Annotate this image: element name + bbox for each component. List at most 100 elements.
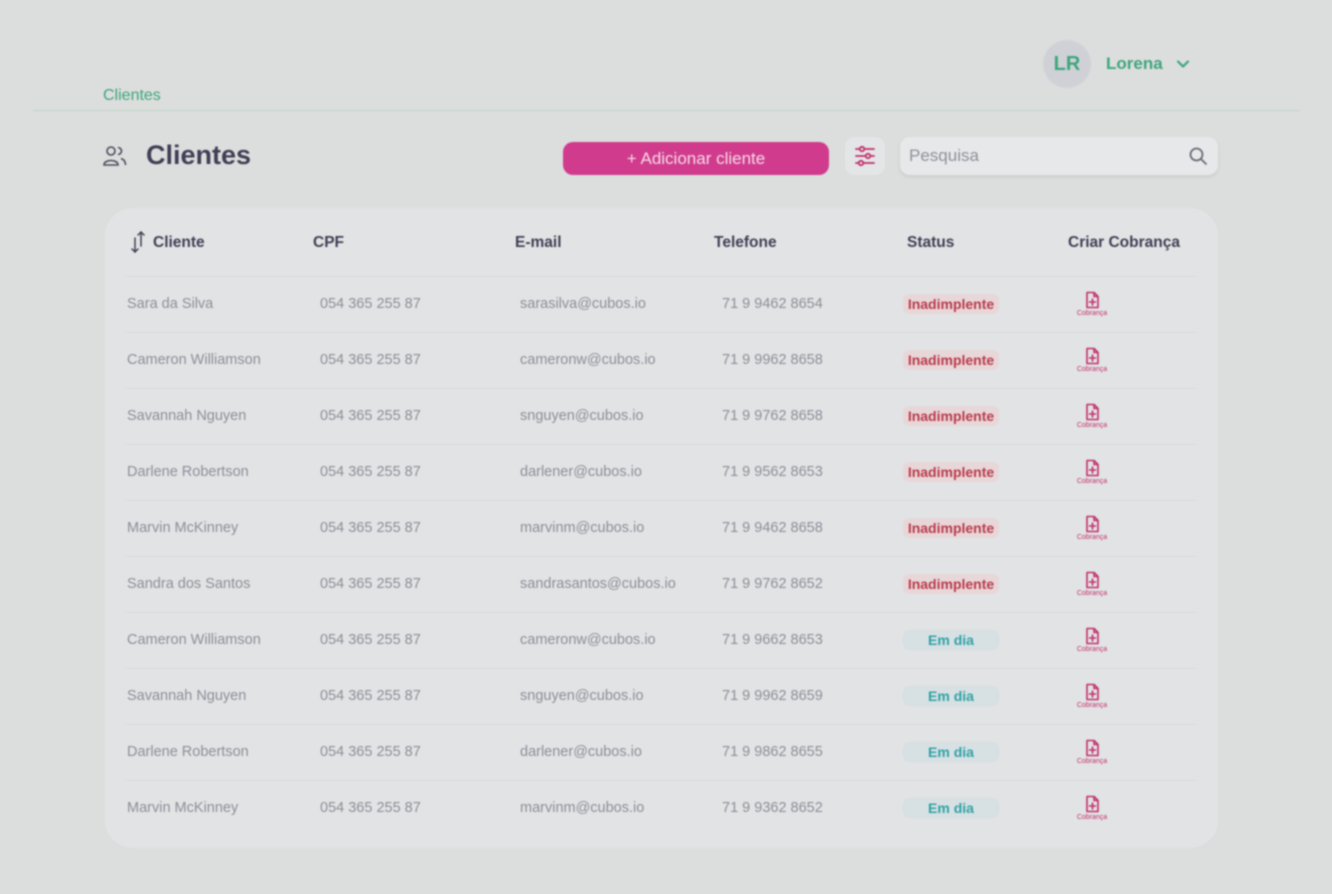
search-icon[interactable] [1188, 146, 1208, 166]
client-name[interactable]: Savannah Nguyen [127, 388, 246, 444]
create-charge-button[interactable]: Cobrança [1072, 795, 1112, 821]
client-cpf: 054 365 255 87 [320, 632, 421, 648]
create-charge-button[interactable]: Cobrança [1072, 403, 1112, 429]
create-charge-label: Cobrança [1076, 702, 1108, 709]
table-row[interactable]: Savannah Nguyen 054 365 255 87 snguyen@cub… [105, 668, 1218, 724]
table-row[interactable]: Marvin McKinney 054 365 255 87 marvinm@cub… [105, 780, 1218, 836]
sliders-icon [855, 145, 875, 167]
create-charge-label: Cobrança [1076, 646, 1108, 653]
column-client[interactable]: Cliente [129, 228, 205, 258]
status-cell: Em dia [903, 612, 999, 668]
document-icon [1086, 795, 1099, 813]
client-name[interactable]: Darlene Robertson [127, 724, 249, 780]
client-phone: 71 9 9762 8652 [722, 576, 823, 592]
table-row[interactable]: Marvin McKinney 054 365 255 87 marvinm@cub… [105, 500, 1218, 556]
document-icon [1086, 347, 1099, 365]
create-charge-button[interactable]: Cobrança [1072, 571, 1112, 597]
status-badge: Inadimplente [903, 462, 999, 482]
client-phone: 71 9 9962 8658 [722, 352, 823, 368]
create-charge-button[interactable]: Cobrança [1072, 683, 1112, 709]
client-name[interactable]: Cameron Williamson [127, 612, 261, 668]
client-name[interactable]: Marvin McKinney [127, 500, 238, 556]
document-icon [1086, 291, 1099, 309]
document-icon [1086, 459, 1099, 477]
client-email: cameronw@cubos.io [520, 632, 656, 648]
table-row[interactable]: Sara da Silva 054 365 255 87 sarasilva@cub… [105, 276, 1218, 332]
document-icon [1086, 515, 1099, 533]
document-icon [1086, 571, 1099, 589]
client-name[interactable]: Savannah Nguyen [127, 668, 246, 724]
table-row[interactable]: Darlene Robertson 054 365 255 87 darlener@… [105, 444, 1218, 500]
table-row[interactable]: Cameron Williamson 054 365 255 87 cameronw… [105, 612, 1218, 668]
status-badge: Em dia [903, 742, 999, 762]
client-cpf: 054 365 255 87 [320, 688, 421, 704]
charge-cell: Cobrança [1072, 668, 1112, 724]
charge-cell: Cobrança [1072, 332, 1112, 388]
charge-cell: Cobrança [1072, 612, 1112, 668]
client-cpf: 054 365 255 87 [320, 352, 421, 368]
status-badge: Inadimplente [903, 350, 999, 370]
charge-cell: Cobrança [1072, 556, 1112, 612]
table-row[interactable]: Cameron Williamson 054 365 255 87 cameronw… [105, 332, 1218, 388]
charge-cell: Cobrança [1072, 780, 1112, 836]
add-client-button[interactable]: + Adicionar cliente [563, 142, 829, 175]
create-charge-button[interactable]: Cobrança [1072, 291, 1112, 317]
header-divider [33, 110, 1300, 111]
status-badge: Em dia [903, 630, 999, 650]
create-charge-button[interactable]: Cobrança [1072, 627, 1112, 653]
client-name[interactable]: Sara da Silva [127, 276, 213, 332]
client-name[interactable]: Marvin McKinney [127, 780, 238, 836]
table-row[interactable]: Sandra dos Santos 054 365 255 87 sandrasan… [105, 556, 1218, 612]
chevron-down-icon[interactable] [1175, 56, 1191, 72]
client-email: marvinm@cubos.io [520, 520, 645, 536]
column-email: E-mail [515, 234, 562, 251]
table-row[interactable]: Darlene Robertson 054 365 255 87 darlener@… [105, 724, 1218, 780]
user-menu[interactable]: LR Lorena [1043, 40, 1191, 88]
avatar[interactable]: LR [1043, 40, 1091, 88]
client-phone: 71 9 9362 8652 [722, 800, 823, 816]
search-box [900, 137, 1218, 175]
create-charge-label: Cobrança [1076, 366, 1108, 373]
sort-icon[interactable] [129, 230, 147, 256]
client-phone: 71 9 9762 8658 [722, 408, 823, 424]
create-charge-label: Cobrança [1076, 814, 1108, 821]
users-icon [102, 143, 128, 169]
client-cpf: 054 365 255 87 [320, 408, 421, 424]
charge-cell: Cobrança [1072, 388, 1112, 444]
client-name[interactable]: Sandra dos Santos [127, 556, 250, 612]
client-email: snguyen@cubos.io [520, 688, 644, 704]
status-badge: Inadimplente [903, 574, 999, 594]
client-email: darlener@cubos.io [520, 744, 642, 760]
client-cpf: 054 365 255 87 [320, 520, 421, 536]
charge-cell: Cobrança [1072, 444, 1112, 500]
client-email: snguyen@cubos.io [520, 408, 644, 424]
table-header: Cliente CPF E-mail Telefone Status Criar… [105, 228, 1218, 258]
filter-button[interactable] [845, 137, 885, 175]
user-name[interactable]: Lorena [1106, 54, 1163, 74]
document-icon [1086, 627, 1099, 645]
search-input[interactable] [909, 146, 1188, 166]
create-charge-button[interactable]: Cobrança [1072, 347, 1112, 373]
create-charge-label: Cobrança [1076, 758, 1108, 765]
create-charge-button[interactable]: Cobrança [1072, 459, 1112, 485]
status-cell: Inadimplente [903, 276, 999, 332]
status-cell: Inadimplente [903, 332, 999, 388]
client-name[interactable]: Darlene Robertson [127, 444, 249, 500]
client-email: cameronw@cubos.io [520, 352, 656, 368]
client-name[interactable]: Cameron Williamson [127, 332, 261, 388]
document-icon [1086, 403, 1099, 421]
page-title: Clientes [146, 140, 252, 170]
client-phone: 71 9 9862 8655 [722, 744, 823, 760]
client-phone: 71 9 9462 8658 [722, 520, 823, 536]
client-phone: 71 9 9462 8654 [722, 296, 823, 312]
clients-table: Cliente CPF E-mail Telefone Status Criar… [105, 208, 1218, 848]
create-charge-button[interactable]: Cobrança [1072, 739, 1112, 765]
create-charge-label: Cobrança [1076, 590, 1108, 597]
breadcrumb[interactable]: Clientes [103, 87, 161, 105]
client-phone: 71 9 9962 8659 [722, 688, 823, 704]
create-charge-button[interactable]: Cobrança [1072, 515, 1112, 541]
status-cell: Inadimplente [903, 556, 999, 612]
column-status: Status [907, 234, 955, 251]
table-row[interactable]: Savannah Nguyen 054 365 255 87 snguyen@cub… [105, 388, 1218, 444]
charge-cell: Cobrança [1072, 500, 1112, 556]
